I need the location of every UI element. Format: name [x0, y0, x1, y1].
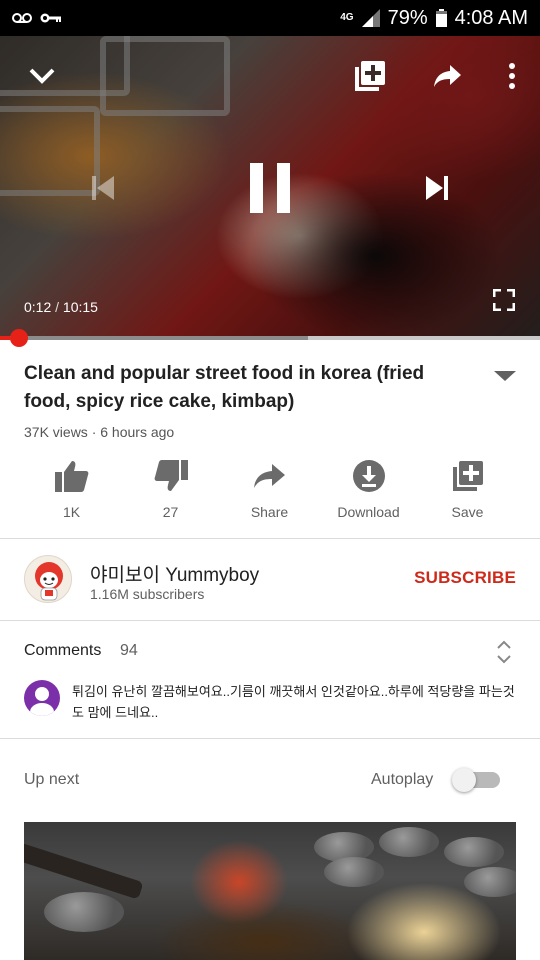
status-bar: 4G 79% 4:08 AM	[0, 0, 540, 36]
divider	[0, 620, 540, 621]
share-label: Share	[250, 504, 289, 520]
video-meta: 37K views · 6 hours ago	[24, 424, 175, 440]
video-player[interactable]: 0:12 / 10:15	[0, 36, 540, 339]
top-comment: 튀김이 유난히 깔끔해보여요..기름이 깨끗해서 인것같아요..하루에 적당량을…	[72, 684, 515, 720]
autoplay-label: Autoplay	[371, 771, 434, 788]
up-next-thumbnail[interactable]	[24, 822, 516, 960]
progress-fill	[0, 336, 11, 340]
progress-bar[interactable]	[0, 329, 540, 347]
share-icon[interactable]	[428, 58, 468, 94]
battery-icon	[435, 9, 447, 27]
share-button[interactable]: Share	[220, 456, 319, 522]
subscribe-button[interactable]: SUBSCRIBE	[414, 568, 516, 588]
time-separator: /	[51, 299, 63, 315]
download-label: Download	[337, 504, 400, 520]
thumbnail-detail	[324, 857, 384, 887]
save-icon	[452, 456, 484, 496]
divider	[0, 738, 540, 739]
comments-label[interactable]: Comments	[24, 642, 101, 660]
more-icon[interactable]	[500, 56, 524, 96]
commenter-avatar[interactable]	[24, 680, 60, 716]
thumbnail-detail	[464, 867, 516, 897]
channel-avatar[interactable]	[24, 555, 72, 603]
autoplay-toggle[interactable]	[452, 768, 500, 792]
signal-icon	[361, 9, 380, 27]
key-icon	[40, 12, 62, 24]
divider	[0, 538, 540, 539]
save-label: Save	[451, 504, 484, 520]
subscriber-count: 1.16M subscribers	[90, 586, 205, 602]
like-button[interactable]: 1K	[22, 456, 121, 522]
comments-count: 94	[120, 642, 138, 659]
thumb-up-icon	[54, 456, 90, 496]
voicemail-icon	[12, 11, 32, 25]
thumbnail-detail	[44, 892, 124, 932]
next-icon[interactable]	[418, 168, 458, 208]
collapse-icon[interactable]	[22, 60, 62, 92]
previous-icon[interactable]	[82, 168, 122, 208]
battery-percent: 79%	[387, 6, 428, 29]
video-title: Clean and popular street food in korea (…	[24, 363, 425, 412]
autoplay-toggle-thumb	[452, 768, 476, 792]
like-count: 1K	[62, 504, 81, 520]
thumbnail-detail	[444, 837, 504, 867]
fullscreen-icon[interactable]	[490, 286, 518, 314]
add-to-playlist-icon[interactable]	[350, 56, 390, 96]
download-icon	[352, 456, 386, 496]
expand-comments-icon[interactable]	[494, 638, 514, 666]
up-next-label: Up next	[24, 771, 80, 788]
current-time: 0:12	[24, 299, 52, 315]
network-type: 4G	[340, 12, 354, 23]
thumb-down-icon	[153, 456, 189, 496]
clock: 4:08 AM	[454, 6, 528, 29]
scrubber-handle[interactable]	[10, 329, 29, 347]
pause-icon[interactable]	[240, 158, 300, 218]
thumbnail-detail	[379, 827, 439, 857]
playback-time: 0:12 / 10:15	[24, 299, 98, 315]
channel-name[interactable]: 야미보이 Yummyboy	[90, 560, 259, 587]
save-button[interactable]: Save	[418, 456, 517, 522]
duration: 10:15	[62, 299, 98, 315]
download-button[interactable]: Download	[319, 456, 418, 522]
dislike-count: 27	[162, 504, 179, 520]
dislike-button[interactable]: 27	[121, 456, 220, 522]
action-bar: 1K 27 Share Download Save	[0, 456, 540, 522]
share-icon	[253, 456, 287, 496]
expand-description-icon[interactable]	[492, 368, 518, 384]
buffer-bar	[0, 336, 308, 340]
